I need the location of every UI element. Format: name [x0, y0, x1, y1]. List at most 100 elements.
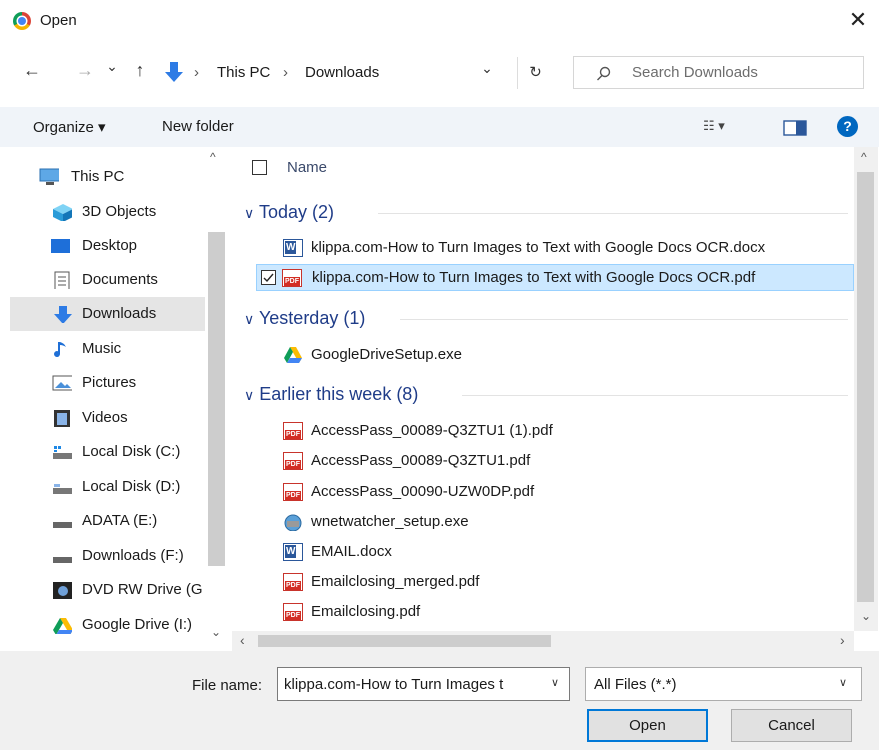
chevron-down-icon[interactable]: ∨ [551, 676, 559, 689]
close-button[interactable]: ✕ [844, 6, 872, 34]
address-dropdown[interactable]: ⌄ [478, 60, 496, 77]
file-list-scrollbar-thumb[interactable] [857, 172, 874, 602]
open-button[interactable]: Open [587, 709, 708, 742]
sidebar-item-videos[interactable]: Videos [10, 401, 205, 435]
sidebar-item-3d-objects[interactable]: 3D Objects [10, 195, 205, 229]
sidebar-item-local-disk-c[interactable]: Local Disk (C:) [10, 435, 205, 469]
help-button[interactable]: ? [837, 116, 858, 137]
search-input[interactable]: Search Downloads [632, 64, 758, 81]
sidebar-item-downloads-f[interactable]: Downloads (F:) [10, 539, 205, 573]
scroll-down-arrow-icon[interactable]: ⌄ [211, 625, 221, 639]
select-all-checkbox[interactable] [252, 160, 267, 175]
breadcrumb-this-pc[interactable]: This PC [217, 64, 270, 81]
forward-button[interactable]: → [73, 60, 97, 81]
chevron-down-icon: ∨ [244, 205, 255, 221]
column-header-name[interactable]: Name [287, 159, 327, 176]
pdf-icon [282, 269, 302, 287]
music-icon [54, 342, 66, 358]
chevron-down-icon: ∨ [839, 677, 848, 689]
refresh-button[interactable]: ↻ [517, 57, 553, 89]
sidebar-item-label: Local Disk (C:) [82, 443, 181, 460]
change-view-button[interactable]: ☷ ▾ [703, 118, 725, 134]
group-divider [400, 319, 848, 320]
group-header-today[interactable]: ∨ Today (2) [244, 202, 334, 223]
preview-pane-icon[interactable] [783, 120, 807, 136]
new-folder-button[interactable]: New folder [162, 118, 234, 135]
pictures-icon [52, 375, 72, 391]
file-row[interactable]: AccessPass_00089-Q3ZTU1.pdf [276, 448, 854, 475]
file-row[interactable]: GoogleDriveSetup.exe [276, 342, 854, 369]
pdf-icon [283, 573, 303, 591]
sidebar-item-music[interactable]: Music [10, 332, 205, 366]
document-icon [54, 271, 70, 289]
group-divider [462, 395, 848, 396]
word-document-icon [283, 543, 303, 561]
breadcrumb-downloads[interactable]: Downloads [305, 64, 379, 81]
group-header-earlier-this-week[interactable]: ∨ Earlier this week (8) [244, 384, 418, 405]
file-type-select[interactable]: All Files (*.*) ∨ [585, 667, 862, 701]
sidebar-item-desktop[interactable]: Desktop [10, 229, 205, 263]
file-row[interactable]: Emailclosing.pdf [276, 599, 854, 626]
breadcrumb-separator: › [194, 64, 199, 81]
file-type-value: All Files (*.*) [594, 676, 677, 693]
file-row[interactable]: klippa.com-How to Turn Images to Text wi… [276, 235, 854, 262]
file-name-label: File name: [192, 677, 263, 694]
file-row[interactable]: wnetwatcher_setup.exe [276, 509, 854, 536]
sidebar-item-documents[interactable]: Documents [10, 263, 205, 297]
pdf-icon [283, 452, 303, 470]
cancel-button[interactable]: Cancel [731, 709, 852, 742]
sidebar-item-google-drive[interactable]: Google Drive (I:) [10, 608, 205, 642]
file-name-input[interactable]: klippa.com-How to Turn Images t ∨ [277, 667, 570, 701]
file-row[interactable]: AccessPass_00089-Q3ZTU1 (1).pdf [276, 418, 854, 445]
navigation-scrollbar-thumb[interactable] [208, 232, 225, 566]
drive-icon [53, 557, 72, 563]
group-divider [378, 213, 848, 214]
search-icon [597, 66, 611, 81]
scroll-up-arrow-icon[interactable]: ^ [861, 150, 867, 164]
google-drive-icon [284, 347, 302, 363]
back-button[interactable]: ← [20, 60, 44, 81]
sidebar-item-local-disk-d[interactable]: Local Disk (D:) [10, 470, 205, 504]
sidebar-item-pictures[interactable]: Pictures [10, 366, 205, 400]
chevron-down-icon: ∨ [244, 387, 255, 403]
drive-icon [53, 446, 72, 459]
cube-icon [53, 204, 72, 221]
title-bar [0, 0, 879, 44]
file-row-selected[interactable]: klippa.com-How to Turn Images to Text wi… [256, 264, 854, 291]
pdf-icon [283, 603, 303, 621]
sidebar-item-downloads[interactable]: Downloads [10, 297, 205, 331]
desktop-icon [51, 239, 70, 253]
file-row[interactable]: Emailclosing_merged.pdf [276, 569, 854, 596]
sidebar-item-label: Local Disk (D:) [82, 478, 181, 495]
sidebar-item-label: Downloads [82, 305, 157, 322]
organize-button[interactable]: Organize ▾ [33, 118, 106, 136]
sidebar-item-label: Videos [82, 409, 128, 426]
file-row[interactable]: AccessPass_00090-UZW0DP.pdf [276, 479, 854, 506]
sidebar-item-this-pc[interactable]: This PC [10, 160, 205, 194]
sidebar-item-adata-e[interactable]: ADATA (E:) [10, 504, 205, 538]
row-checkbox[interactable] [261, 270, 276, 285]
sidebar-item-label: Downloads (F:) [82, 547, 184, 564]
toolbar [0, 107, 879, 147]
sidebar-item-label: Desktop [82, 237, 138, 254]
group-header-yesterday[interactable]: ∨ Yesterday (1) [244, 308, 365, 329]
file-row[interactable]: EMAIL.docx [276, 539, 854, 566]
sidebar-item-dvd-drive[interactable]: DVD RW Drive (G [10, 573, 205, 607]
google-drive-icon [53, 618, 72, 634]
horizontal-scrollbar-thumb[interactable] [258, 635, 551, 647]
scroll-left-arrow-icon[interactable]: ‹ [240, 632, 245, 648]
scroll-down-arrow-icon[interactable]: ⌄ [861, 609, 871, 623]
recent-locations-button[interactable]: ⌄ [104, 58, 120, 75]
scroll-up-arrow-icon[interactable]: ^ [210, 150, 216, 164]
window-title: Open [40, 12, 77, 29]
search-box[interactable]: Search Downloads [573, 56, 864, 89]
breadcrumb-separator: › [283, 64, 288, 81]
chevron-down-icon: ∨ [244, 311, 255, 327]
word-document-icon [283, 239, 303, 257]
sidebar-item-label: DVD RW Drive (G [82, 581, 203, 598]
scroll-right-arrow-icon[interactable]: › [840, 632, 845, 648]
sidebar-item-label: 3D Objects [82, 203, 157, 220]
pdf-icon [283, 422, 303, 440]
up-button[interactable]: ↑ [129, 60, 151, 81]
video-icon [54, 410, 70, 427]
